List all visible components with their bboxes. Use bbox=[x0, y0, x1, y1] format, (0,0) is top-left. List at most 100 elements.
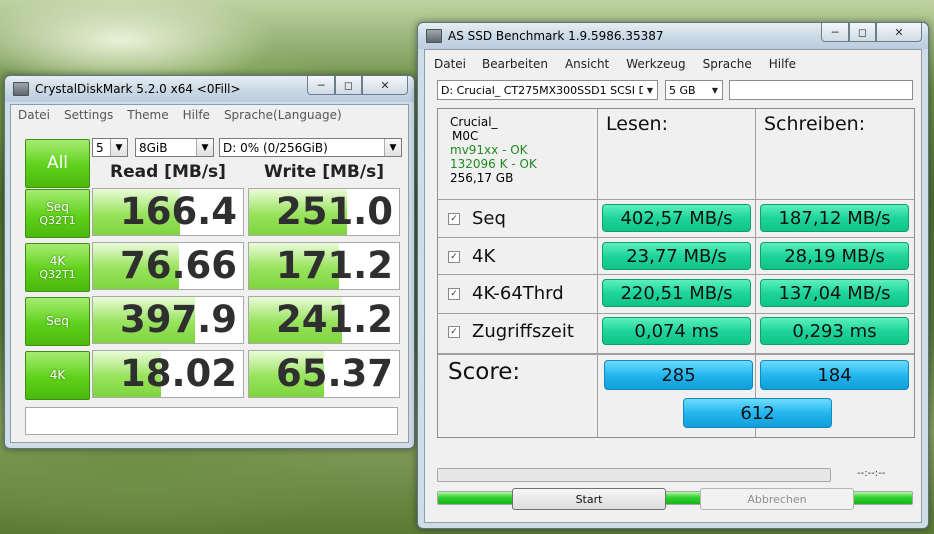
cdm-menu-datei[interactable]: Datei bbox=[11, 108, 57, 122]
4k-q32t1-button[interactable]: 4K Q32T1 bbox=[25, 243, 90, 292]
start-button-label: Start bbox=[575, 492, 603, 506]
elapsed-time: --:--:-- bbox=[857, 468, 886, 479]
cdm-caption-buttons: ─ ◻ ✕ bbox=[307, 76, 408, 95]
read-column-header: Read [MB/s] bbox=[110, 162, 226, 182]
as-ssd-window-title: AS SSD Benchmark 1.9.5986.35387 bbox=[448, 29, 664, 43]
close-button[interactable]: ✕ bbox=[876, 23, 922, 42]
test-row-4k-64thrd[interactable]: ✓ 4K-64Thrd bbox=[448, 283, 564, 304]
4k-write-value: 65.37 bbox=[275, 352, 393, 395]
start-button[interactable]: Start bbox=[512, 488, 666, 510]
test-name-4k: 4K bbox=[472, 246, 496, 267]
grid-divider bbox=[597, 355, 598, 437]
drive-capacity: 256,17 GB bbox=[450, 171, 514, 185]
score-write: 184 bbox=[760, 360, 909, 390]
row-line1: 4K bbox=[49, 368, 66, 382]
4k-write-cell: 65.37 bbox=[248, 350, 400, 398]
write-column-header: Write [MB/s] bbox=[264, 162, 384, 182]
as-menu-sprache[interactable]: Sprache bbox=[696, 57, 762, 71]
maximize-button[interactable]: ◻ bbox=[849, 23, 876, 42]
drive-select[interactable]: D: 0% (0/256GiB) ▼ bbox=[219, 138, 402, 157]
test-size-select[interactable]: 8GiB ▼ bbox=[135, 138, 214, 157]
drive-name: Crucial_ bbox=[450, 115, 498, 129]
write-column-header: Schreiben: bbox=[764, 113, 866, 135]
all-button[interactable]: All bbox=[25, 139, 90, 188]
4k-write-value: 28,19 MB/s bbox=[784, 245, 885, 267]
test-row-seq[interactable]: ✓ Seq bbox=[448, 208, 506, 229]
cdm-menubar: Datei Settings Theme Hilfe Sprache(Langu… bbox=[11, 105, 408, 124]
comment-field[interactable] bbox=[25, 407, 398, 435]
seq-q32t1-button[interactable]: Seq Q32T1 bbox=[25, 189, 90, 238]
access-read-result: 0,074 ms bbox=[602, 317, 751, 345]
cdm-menu-settings[interactable]: Settings bbox=[57, 108, 120, 122]
as-menu-bearbeiten[interactable]: Bearbeiten bbox=[475, 57, 558, 71]
info-field[interactable] bbox=[729, 80, 913, 100]
seq-read-result: 402,57 MB/s bbox=[602, 204, 751, 232]
score-label: Score: bbox=[448, 359, 521, 385]
cdm-menu-theme[interactable]: Theme bbox=[120, 108, 175, 122]
seq-q32t1-read-cell: 166.4 bbox=[92, 188, 244, 236]
maximize-icon: ◻ bbox=[343, 78, 354, 92]
test-size-value: 8GiB bbox=[139, 140, 168, 155]
chevron-down-icon: ▼ bbox=[110, 139, 127, 156]
cdm-titlebar[interactable]: CrystalDiskMark 5.2.0 x64 <0Fill> ─ ◻ ✕ bbox=[5, 76, 414, 102]
drive-select[interactable]: D: Crucial_ CT275MX300SSD1 SCSI Disk ▼ bbox=[437, 80, 658, 100]
as-menu-werkzeug[interactable]: Werkzeug bbox=[619, 57, 695, 71]
seq-q32t1-write-value: 251.0 bbox=[275, 190, 393, 233]
drive-info: Crucial_ M0C mv91xx - OK 132096 K - OK 2… bbox=[450, 115, 537, 185]
cdm-client-area: Datei Settings Theme Hilfe Sprache(Langu… bbox=[10, 104, 409, 443]
score-total: 612 bbox=[683, 398, 832, 428]
minimize-button[interactable]: ─ bbox=[307, 76, 335, 95]
4k-button[interactable]: 4K bbox=[25, 351, 90, 400]
checkbox-icon[interactable]: ✓ bbox=[448, 212, 460, 225]
drive-driver-status: mv91xx - OK bbox=[450, 143, 528, 157]
cdm-menu-hilfe[interactable]: Hilfe bbox=[176, 108, 217, 122]
4k-read-cell: 18.02 bbox=[92, 350, 244, 398]
maximize-button[interactable]: ◻ bbox=[335, 76, 362, 95]
score-read: 285 bbox=[604, 360, 753, 390]
checkbox-icon[interactable]: ✓ bbox=[448, 325, 460, 338]
test-name-zugriffszeit: Zugriffszeit bbox=[472, 321, 574, 342]
as-ssd-menubar: Datei Bearbeiten Ansicht Werkzeug Sprach… bbox=[425, 54, 921, 73]
minimize-icon: ─ bbox=[831, 25, 839, 39]
4k-q32t1-read-cell: 76.66 bbox=[92, 242, 244, 290]
as-menu-hilfe[interactable]: Hilfe bbox=[762, 57, 803, 71]
score-write-value: 184 bbox=[817, 364, 852, 386]
access-write-result: 0,293 ms bbox=[760, 317, 909, 345]
as-ssd-titlebar[interactable]: AS SSD Benchmark 1.9.5986.35387 ─ ◻ ✕ bbox=[418, 23, 928, 49]
as-ssd-window: AS SSD Benchmark 1.9.5986.35387 ─ ◻ ✕ Da… bbox=[417, 22, 929, 529]
4k-q32t1-read-value: 76.66 bbox=[119, 244, 237, 287]
seq-write-cell: 241.2 bbox=[248, 296, 400, 344]
test-row-4k[interactable]: ✓ 4K bbox=[448, 246, 495, 267]
seq-read-cell: 397.9 bbox=[92, 296, 244, 344]
as-menu-datei[interactable]: Datei bbox=[425, 57, 475, 71]
seq-button[interactable]: Seq bbox=[25, 297, 90, 346]
4k-read-result: 23,77 MB/s bbox=[602, 242, 751, 270]
4k64-read-result: 220,51 MB/s bbox=[602, 279, 751, 307]
checkbox-icon[interactable]: ✓ bbox=[448, 250, 460, 263]
grid-divider bbox=[438, 199, 914, 200]
close-button[interactable]: ✕ bbox=[362, 76, 408, 95]
test-count-select[interactable]: 5 ▼ bbox=[92, 138, 128, 157]
grid-divider bbox=[438, 274, 914, 275]
cdm-menu-language[interactable]: Sprache(Language) bbox=[217, 108, 349, 122]
drive-value: D: 0% (0/256GiB) bbox=[223, 140, 328, 155]
as-ssd-caption-buttons: ─ ◻ ✕ bbox=[821, 23, 922, 42]
test-row-zugriffszeit[interactable]: ✓ Zugriffszeit bbox=[448, 321, 574, 342]
minimize-icon: ─ bbox=[317, 78, 325, 92]
4k64-read-value: 220,51 MB/s bbox=[620, 282, 733, 304]
crystaldiskmark-window: CrystalDiskMark 5.2.0 x64 <0Fill> ─ ◻ ✕ … bbox=[4, 75, 415, 449]
checkbox-icon[interactable]: ✓ bbox=[448, 287, 460, 300]
as-menu-ansicht[interactable]: Ansicht bbox=[558, 57, 619, 71]
grid-divider bbox=[755, 109, 756, 437]
size-select[interactable]: 5 GB ▼ bbox=[665, 80, 723, 100]
access-read-value: 0,074 ms bbox=[634, 320, 719, 342]
as-ssd-app-icon bbox=[426, 29, 442, 43]
cancel-button[interactable]: Abbrechen bbox=[700, 488, 854, 510]
read-column-header: Lesen: bbox=[606, 113, 668, 135]
row-line2: Q32T1 bbox=[39, 267, 76, 281]
row-line2: Q32T1 bbox=[39, 213, 76, 227]
grid-divider bbox=[438, 313, 914, 314]
test-name-seq: Seq bbox=[472, 208, 506, 229]
score-total-value: 612 bbox=[740, 402, 775, 424]
minimize-button[interactable]: ─ bbox=[821, 23, 849, 42]
